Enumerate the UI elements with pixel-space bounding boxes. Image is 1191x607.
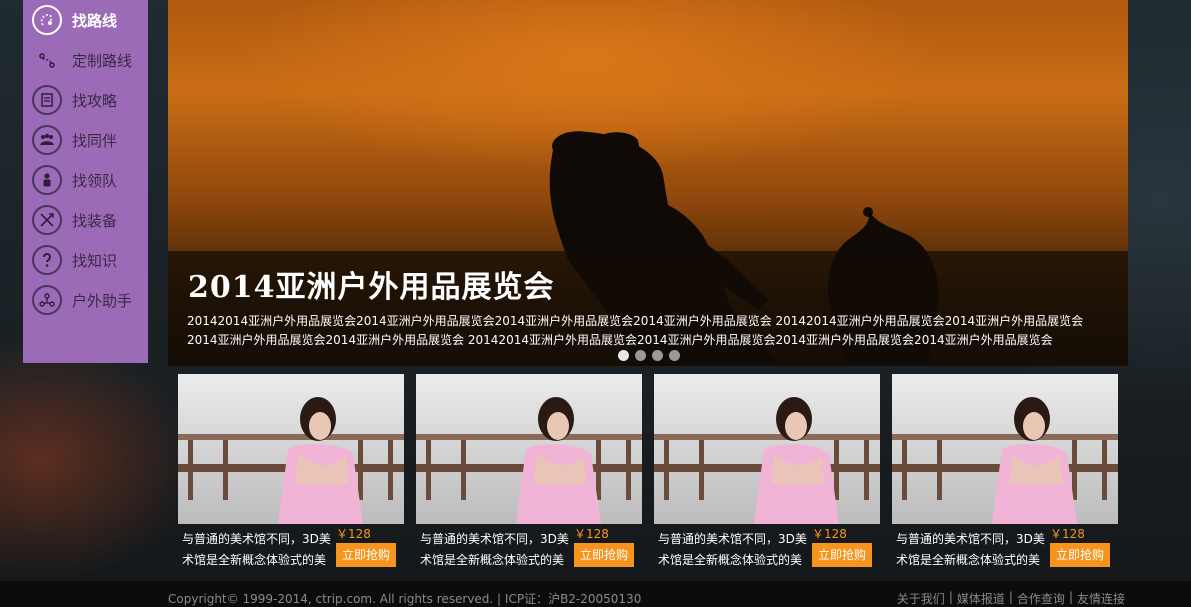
product-card[interactable]: 与普通的美术馆不同，3D美术馆是全新概念体验式的美 ￥128 立即抢购 (892, 374, 1118, 574)
sidebar-item-label: 找装备 (72, 211, 118, 230)
product-price: ￥128 (336, 527, 371, 541)
product-image[interactable] (178, 374, 404, 524)
sidebar-item-companions[interactable]: 找同伴 (23, 120, 148, 160)
product-card[interactable]: 与普通的美术馆不同，3D美术馆是全新概念体验式的美 ￥128 立即抢购 (178, 374, 404, 574)
product-description: 与普通的美术馆不同，3D美术馆是全新概念体验式的美 (182, 532, 331, 567)
sidebar-item-label: 定制路线 (72, 51, 133, 70)
hero-description: 20142014亚洲户外用品展览会2014亚洲户外用品展览会2014亚洲户外用品… (187, 314, 1084, 347)
product-price: ￥128 (574, 527, 609, 541)
sidebar-item-label: 找攻略 (72, 91, 118, 110)
buy-now-button[interactable]: 立即抢购 (574, 543, 634, 567)
leader-icon (32, 165, 62, 195)
sidebar-item-leader[interactable]: 找领队 (23, 160, 148, 200)
product-image[interactable] (892, 374, 1118, 524)
product-card[interactable]: 与普通的美术馆不同，3D美术馆是全新概念体验式的美 ￥128 立即抢购 (654, 374, 880, 574)
equipment-icon (32, 205, 62, 235)
knowledge-icon (32, 245, 62, 275)
footer-link-cooperation[interactable]: 合作查询 (1013, 590, 1069, 607)
guide-book-icon (32, 85, 62, 115)
product-price: ￥128 (1050, 527, 1085, 541)
hero-banner[interactable]: 2014亚洲户外用品展览会 20142014亚洲户外用品展览会2014亚洲户外用… (168, 0, 1128, 366)
footer: Copyright© 1999-2014, ctrip.com. All rig… (0, 581, 1191, 607)
product-image[interactable] (654, 374, 880, 524)
sidebar-item-guides[interactable]: 找攻略 (23, 80, 148, 120)
footer-links: 关于我们 | 媒体报道 | 合作查询 | 友情连接 (893, 590, 1129, 607)
footer-link-about[interactable]: 关于我们 (893, 590, 949, 607)
sidebar-item-label: 找路线 (72, 11, 118, 30)
footer-link-friends[interactable]: 友情连接 (1073, 590, 1129, 607)
product-image[interactable] (416, 374, 642, 524)
sidebar-item-label: 找知识 (72, 251, 118, 270)
sidebar-item-custom-route[interactable]: 定制路线 (23, 40, 148, 80)
assistant-icon (32, 285, 62, 315)
sidebar-item-label: 户外助手 (72, 291, 133, 310)
custom-route-icon (32, 45, 62, 75)
sidebar-item-knowledge[interactable]: 找知识 (23, 240, 148, 280)
slide-dot-3[interactable] (652, 350, 663, 361)
sidebar-item-label: 找同伴 (72, 131, 118, 150)
slide-dot-1[interactable] (618, 350, 629, 361)
footer-link-media[interactable]: 媒体报道 (953, 590, 1009, 607)
sidebar-item-find-route[interactable]: 找路线 (23, 0, 148, 40)
sidebar-item-assistant[interactable]: 户外助手 (23, 280, 148, 320)
slide-dot-2[interactable] (635, 350, 646, 361)
sidebar-item-label: 找领队 (72, 171, 118, 190)
sidebar-nav: 找路线 定制路线 找攻略 找同伴 找领队 找装备 找知识 户外助手 (23, 0, 148, 363)
slide-dot-4[interactable] (669, 350, 680, 361)
product-card[interactable]: 与普通的美术馆不同，3D美术馆是全新概念体验式的美 ￥128 立即抢购 (416, 374, 642, 574)
product-description: 与普通的美术馆不同，3D美术馆是全新概念体验式的美 (896, 532, 1045, 567)
product-price: ￥128 (812, 527, 847, 541)
copyright-text: Copyright© 1999-2014, ctrip.com. All rig… (168, 592, 642, 606)
buy-now-button[interactable]: 立即抢购 (1050, 543, 1110, 567)
buy-now-button[interactable]: 立即抢购 (812, 543, 872, 567)
route-icon (32, 5, 62, 35)
slide-indicators (618, 350, 680, 361)
hero-title[interactable]: 2014亚洲户外用品展览会 (188, 262, 555, 306)
buy-now-button[interactable]: 立即抢购 (336, 543, 396, 567)
product-card-list: 与普通的美术馆不同，3D美术馆是全新概念体验式的美 ￥128 立即抢购 与普通的… (178, 374, 1118, 574)
companions-icon (32, 125, 62, 155)
product-description: 与普通的美术馆不同，3D美术馆是全新概念体验式的美 (420, 532, 569, 567)
product-description: 与普通的美术馆不同，3D美术馆是全新概念体验式的美 (658, 532, 807, 567)
sidebar-item-equipment[interactable]: 找装备 (23, 200, 148, 240)
